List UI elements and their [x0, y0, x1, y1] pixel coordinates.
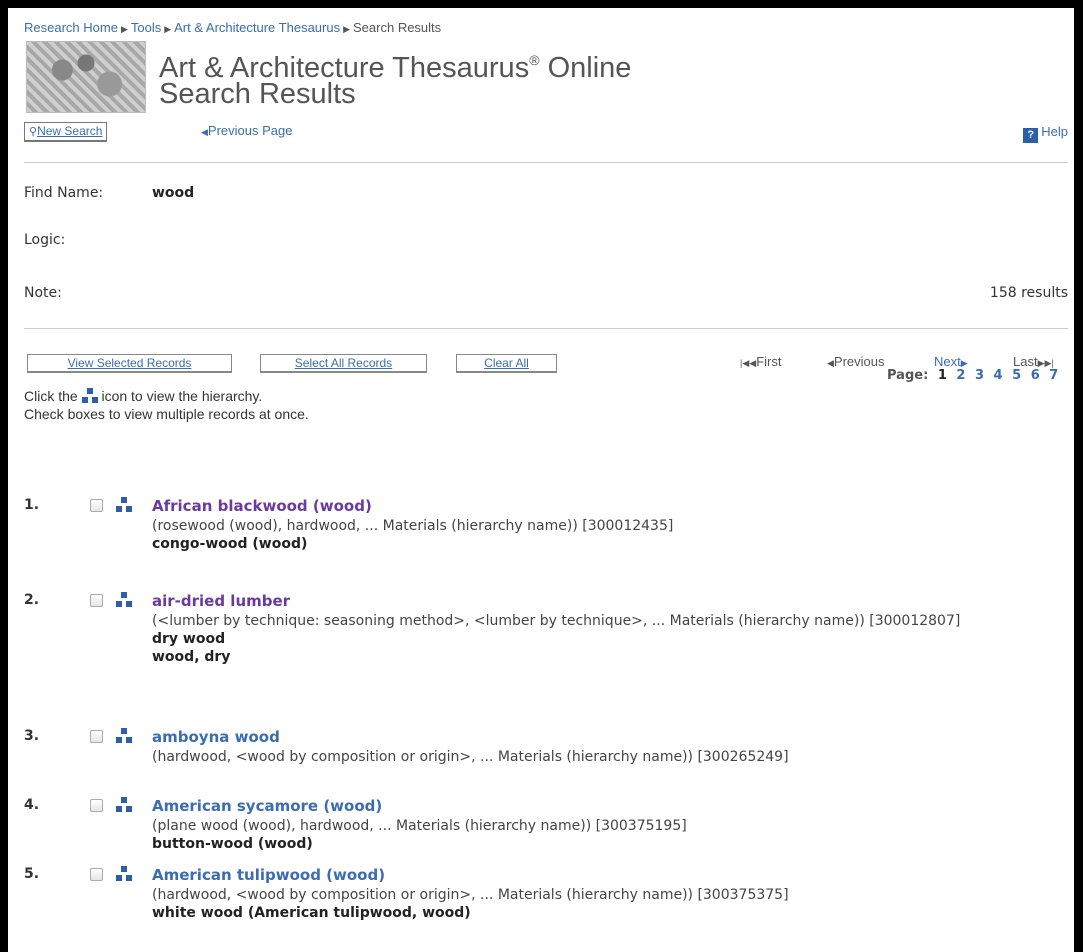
- pager-previous[interactable]: ◀Previous: [827, 354, 885, 369]
- record-checkbox[interactable]: [90, 499, 103, 512]
- pager-next-label: Next: [934, 354, 961, 369]
- help-icon: ?: [1023, 128, 1039, 143]
- record-checkbox[interactable]: [90, 730, 103, 743]
- results-count: 158 results: [989, 285, 1068, 301]
- record-context: (plane wood (wood), hardwood, ... Materi…: [152, 817, 1062, 853]
- previous-page-label: Previous Page: [207, 123, 293, 138]
- chevron-left-icon: ◀: [827, 358, 834, 368]
- hierarchy-icon[interactable]: [116, 866, 132, 881]
- instruction-checkboxes: Check boxes to view multiple records at …: [24, 406, 309, 422]
- chevron-right-icon: ▶: [960, 358, 968, 368]
- record-term-link[interactable]: American tulipwood (wood): [152, 866, 385, 884]
- breadcrumb-research-home[interactable]: Research Home: [24, 20, 118, 35]
- record-context-text: (hardwood, <wood by composition or origi…: [152, 749, 789, 765]
- breadcrumb-current: Search Results: [353, 20, 442, 35]
- page-link-5[interactable]: 5: [1012, 368, 1021, 383]
- record-checkbox[interactable]: [90, 799, 103, 812]
- record-context-text: (rosewood (wood), hardwood, ... Material…: [152, 518, 674, 534]
- new-search-button[interactable]: ⚲New Search: [24, 122, 108, 142]
- record-number: 1.: [24, 497, 40, 513]
- new-search-label: New Search: [37, 124, 103, 138]
- page-link-6[interactable]: 6: [1031, 368, 1040, 383]
- page-numbers: Page: 1 2 3 4 5 6 7: [887, 368, 1058, 383]
- select-all-records-button[interactable]: Select All Records: [260, 354, 427, 373]
- record-context: (hardwood, <wood by composition or origi…: [152, 748, 1062, 766]
- record-context-text: (plane wood (wood), hardwood, ... Materi…: [152, 818, 687, 834]
- record-alternate-term: white wood (American tulipwood, wood): [152, 905, 471, 921]
- record-term-link[interactable]: African blackwood (wood): [152, 497, 372, 515]
- breadcrumb-tools[interactable]: Tools: [131, 20, 161, 35]
- record-number: 2.: [24, 592, 40, 608]
- pager-first[interactable]: |◀◀First: [740, 354, 781, 369]
- record-alternate-term: wood, dry: [152, 649, 231, 665]
- pager-first-label: First: [756, 354, 782, 369]
- page-label: Page:: [887, 368, 929, 383]
- view-selected-records-button[interactable]: View Selected Records: [27, 354, 232, 373]
- page-subtitle: Search Results: [159, 78, 356, 110]
- pager-previous-label: Previous: [833, 354, 885, 369]
- breadcrumb: Research Home ▶ Tools ▶ Art & Architecture T…: [24, 20, 441, 35]
- chevron-left-icon: ◀: [201, 127, 208, 137]
- pager-last[interactable]: Last▶▶|: [1013, 354, 1054, 369]
- previous-page-link[interactable]: ◀Previous Page: [201, 123, 292, 138]
- record-context: (<lumber by technique: seasoning method>…: [152, 612, 1062, 666]
- page-link-2[interactable]: 2: [956, 368, 965, 383]
- divider: [24, 328, 1068, 329]
- find-name-value: wood: [152, 185, 195, 201]
- divider: [24, 162, 1068, 163]
- aat-logo-image: [26, 41, 146, 113]
- page-frame: Research Home ▶ Tools ▶ Art & Architecture T…: [8, 8, 1074, 952]
- find-name-label: Find Name:: [24, 185, 104, 201]
- breadcrumb-separator-icon: ▶: [343, 24, 351, 34]
- hierarchy-icon: [81, 388, 98, 403]
- record-alternate-term: dry wood: [152, 631, 226, 647]
- pager-next[interactable]: Next▶: [934, 354, 968, 369]
- record-context: (hardwood, <wood by composition or origi…: [152, 886, 1062, 922]
- page-current: 1: [937, 368, 947, 383]
- hierarchy-icon[interactable]: [116, 497, 132, 512]
- help-link[interactable]: ? Help: [1023, 124, 1068, 143]
- record-checkbox[interactable]: [90, 868, 103, 881]
- magnifier-icon: ⚲: [29, 126, 38, 138]
- note-label: Note:: [24, 285, 62, 301]
- hierarchy-icon[interactable]: [116, 728, 132, 743]
- record-term-link[interactable]: air-dried lumber: [152, 592, 290, 610]
- instruction-text-before: Click the: [24, 388, 78, 404]
- record-alternate-term: button-wood (wood): [152, 836, 313, 852]
- instruction-text-after: icon to view the hierarchy.: [101, 388, 263, 404]
- instruction-hierarchy: Click the icon to view the hierarchy.: [24, 388, 262, 404]
- page-title-suffix: Online: [539, 52, 632, 84]
- record-checkbox[interactable]: [90, 594, 103, 607]
- breadcrumb-separator-icon: ▶: [164, 24, 172, 34]
- pager-last-label: Last: [1013, 354, 1038, 369]
- page-link-4[interactable]: 4: [994, 368, 1003, 383]
- logic-label: Logic:: [24, 232, 66, 248]
- record-context-text: (hardwood, <wood by composition or origi…: [152, 887, 789, 903]
- breadcrumb-aat[interactable]: Art & Architecture Thesaurus: [174, 20, 340, 35]
- registered-mark: ®: [529, 52, 540, 68]
- skip-forward-icon: ▶▶|: [1037, 358, 1054, 368]
- record-context-text: (<lumber by technique: seasoning method>…: [152, 613, 961, 629]
- breadcrumb-separator-icon: ▶: [120, 24, 128, 34]
- record-number: 4.: [24, 797, 40, 813]
- page-link-3[interactable]: 3: [975, 368, 984, 383]
- record-term-link[interactable]: American sycamore (wood): [152, 797, 382, 815]
- help-label: Help: [1041, 124, 1068, 139]
- hierarchy-icon[interactable]: [116, 797, 132, 812]
- skip-back-icon: |◀◀: [740, 358, 757, 368]
- record-number: 3.: [24, 728, 40, 744]
- hierarchy-icon[interactable]: [116, 592, 132, 607]
- record-alternate-term: congo-wood (wood): [152, 536, 308, 552]
- record-term-link[interactable]: amboyna wood: [152, 728, 280, 746]
- page-link-7[interactable]: 7: [1049, 368, 1058, 383]
- clear-all-button[interactable]: Clear All: [456, 354, 557, 373]
- record-context: (rosewood (wood), hardwood, ... Material…: [152, 517, 1062, 553]
- record-number: 5.: [24, 866, 40, 882]
